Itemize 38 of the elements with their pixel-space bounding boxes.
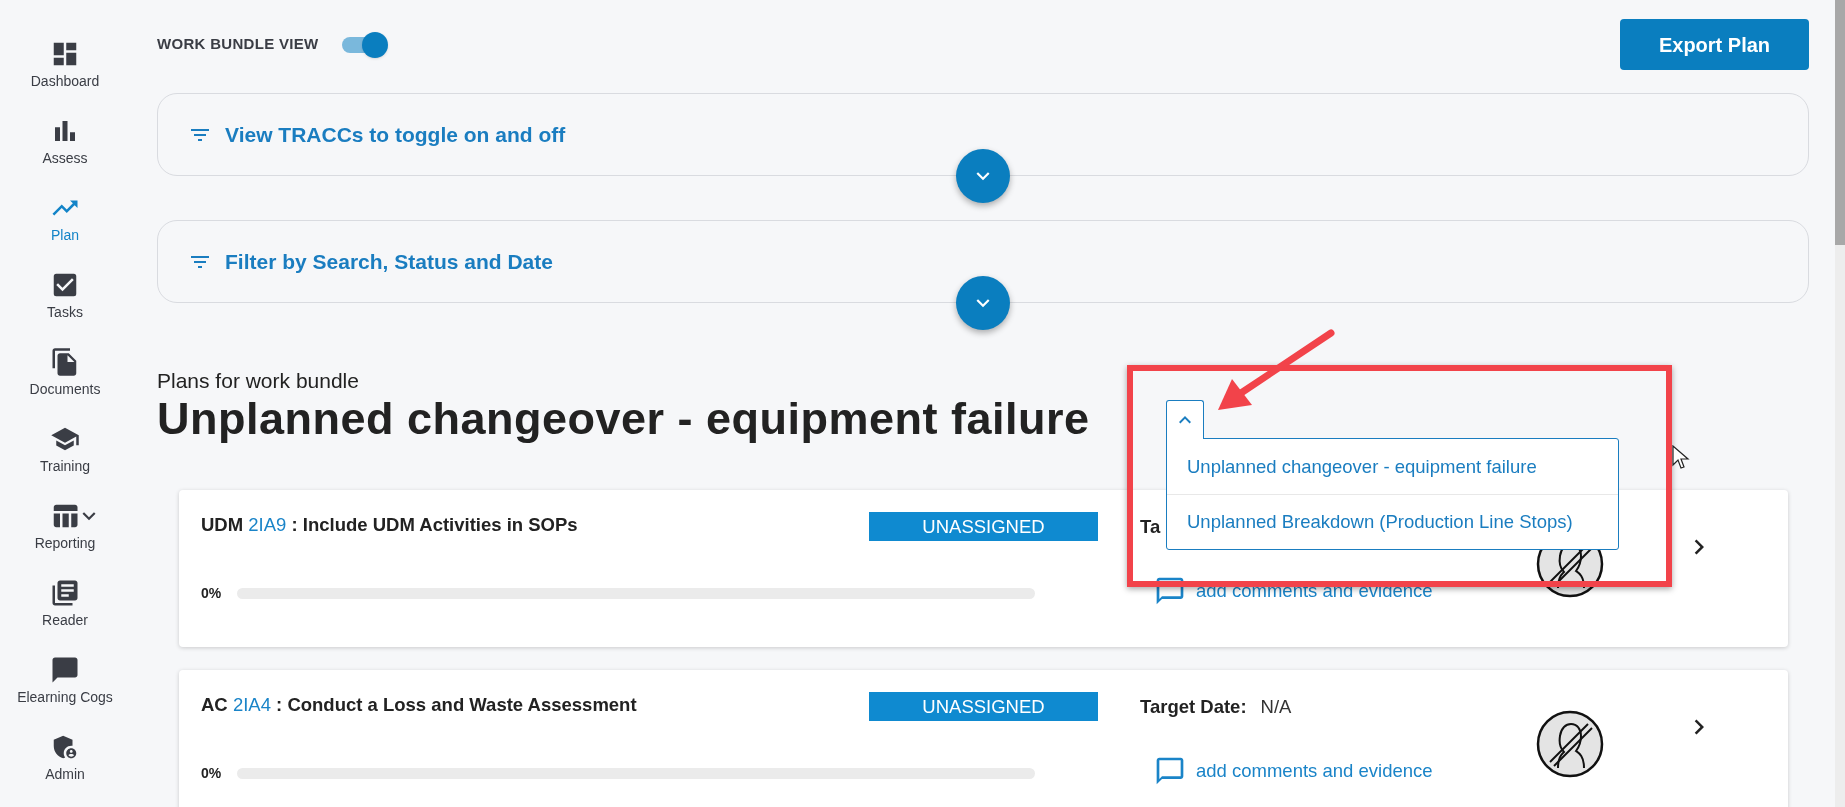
plan-title: UDM 2IA9 : Include UDM Activities in SOPs xyxy=(201,513,578,537)
progress-percent: 0% xyxy=(201,764,223,783)
plan-title: AC 2IA4 : Conduct a Loss and Waste Assessment xyxy=(201,693,637,717)
collapse-dropdown-button[interactable] xyxy=(1166,400,1204,439)
mouse-cursor-icon xyxy=(1672,445,1690,471)
sidebar-item[interactable]: Documents xyxy=(29,346,101,397)
sidebar-item[interactable]: Reporting xyxy=(34,500,96,551)
progress-percent: 0% xyxy=(201,584,223,603)
no-user-avatar-icon xyxy=(1536,710,1604,778)
plan-link[interactable]: 2IA9 xyxy=(248,514,287,535)
sidebar-item[interactable]: Reader xyxy=(42,577,88,628)
target-date-label: Target Date: xyxy=(1140,694,1247,719)
sidebar-item[interactable]: Dashboard xyxy=(30,38,100,89)
target-date-label: Ta xyxy=(1140,514,1161,539)
toggle-switch[interactable] xyxy=(340,31,389,58)
expand-button[interactable] xyxy=(956,149,1010,203)
panel-title[interactable]: Filter by Search, Status and Date xyxy=(225,245,553,278)
target-date-value: N/A xyxy=(1260,694,1292,719)
sidebar-item[interactable]: Assess xyxy=(42,115,88,166)
scrollbar-thumb[interactable] xyxy=(1835,0,1845,245)
export-plan-button[interactable]: Export Plan xyxy=(1620,19,1809,70)
panel-title[interactable]: View TRACCs to toggle on and off xyxy=(225,118,566,151)
sidebar-item[interactable]: Training xyxy=(39,423,91,474)
plan-link[interactable]: 2IA4 xyxy=(232,694,271,715)
bundle-title: Unplanned changeover - equipment failure xyxy=(157,395,1090,443)
heading-subtitle: Plans for work bundle xyxy=(157,369,359,393)
status-badge: UNASSIGNED xyxy=(869,692,1098,721)
dropdown-option[interactable]: Unplanned Breakdown (Production Line Stops) xyxy=(1167,494,1618,549)
toggle-label: WORK BUNDLE VIEW xyxy=(157,34,319,55)
sidebar-item[interactable]: Plan xyxy=(50,192,80,243)
sidebar-item[interactable]: Elearning Cogs xyxy=(17,654,113,705)
expand-button[interactable] xyxy=(956,276,1010,330)
sidebar-item[interactable]: Admin xyxy=(45,731,85,782)
comments-link[interactable]: add comments and evidence xyxy=(1196,757,1433,785)
dropdown-option[interactable]: Unplanned changeover - equipment failure xyxy=(1167,439,1618,494)
scrollbar[interactable] xyxy=(1835,0,1845,807)
sidebar-item[interactable]: Tasks xyxy=(47,269,83,320)
status-badge: UNASSIGNED xyxy=(869,512,1098,541)
